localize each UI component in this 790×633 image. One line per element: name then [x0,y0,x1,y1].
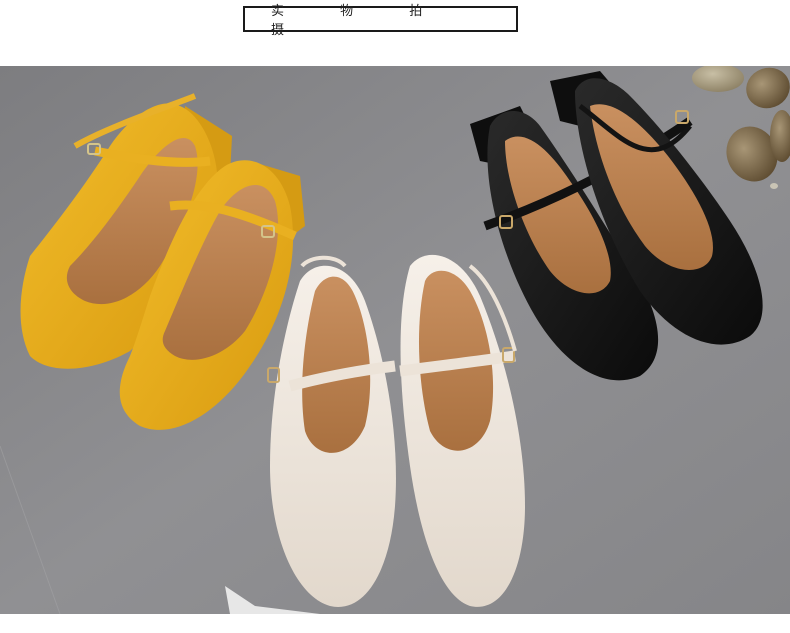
title-box: 实 物 拍 摄 [243,4,518,38]
product-photo [0,66,790,614]
header-bar: 实 物 拍 摄 [0,0,790,66]
shoes-illustration [0,66,790,614]
footer-bar [0,614,790,633]
page-title: 实 物 拍 摄 [271,4,449,38]
